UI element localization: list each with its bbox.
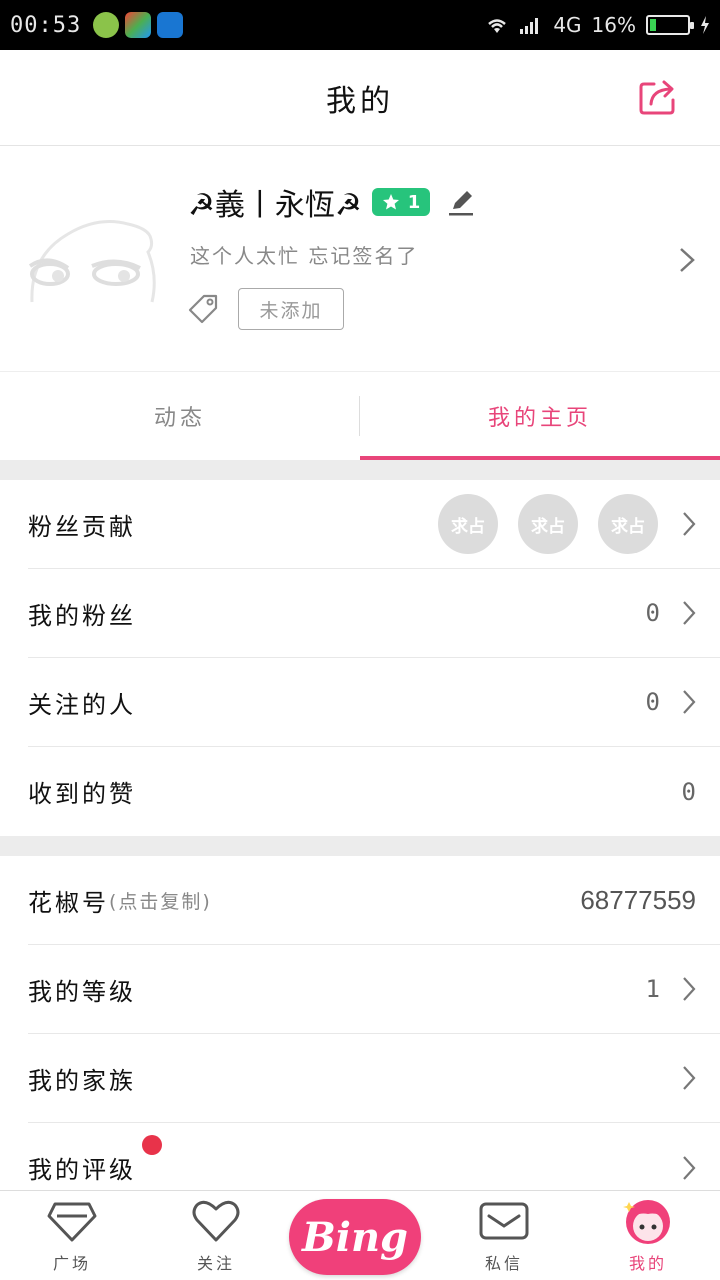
nickname: ☭義丨永恆☭ <box>188 188 362 223</box>
status-notification-icons <box>93 12 184 38</box>
fan-avatars: 求占 求占 求占 <box>438 494 658 554</box>
level-value: 1 <box>645 975 660 1003</box>
girl-avatar-icon <box>623 1200 670 1244</box>
star-icon <box>382 194 399 210</box>
battery-icon <box>646 15 694 35</box>
row-right: 求占 求占 求占 <box>438 494 696 554</box>
nickname-row: ☭義丨永恆☭ 1 <box>188 180 476 224</box>
add-tag-button[interactable]: 未添加 <box>238 288 344 330</box>
signal-icon <box>520 18 539 34</box>
heart-icon <box>192 1200 240 1242</box>
row-right <box>682 1155 696 1181</box>
tab-my-homepage[interactable]: 我的主页 <box>360 372 720 460</box>
screenshot-notification-icon <box>157 12 184 38</box>
chevron-right-icon <box>683 512 696 536</box>
my-fans-row[interactable]: 我的粉丝 0 <box>28 569 720 658</box>
signature-text: 这个人太忙 忘记签名了 <box>190 244 419 268</box>
copy-hint: (点击复制) <box>109 890 212 913</box>
huajiao-id-value: 68777559 <box>580 884 696 915</box>
diamond-icon <box>47 1202 97 1242</box>
charging-icon <box>701 16 709 34</box>
chevron-right-icon <box>683 977 696 1001</box>
bottom-navigation: 广场 关注 Bing 私信 我的 <box>0 1190 720 1280</box>
bing-live-button[interactable]: Bing <box>289 1199 421 1275</box>
network-type: 4G <box>553 13 582 37</box>
nav-center: Bing <box>288 1191 432 1280</box>
huajiao-id-row[interactable]: 花椒号 (点击复制) 68777559 <box>28 856 720 945</box>
row-label: 我的评级 <box>28 1156 136 1184</box>
row-label: 关注的人 <box>28 690 136 719</box>
level-badge: 1 <box>371 188 431 216</box>
following-row[interactable]: 关注的人 0 <box>28 658 720 747</box>
tag-row: 未添加 <box>188 288 344 330</box>
huajiao-id-label: 花椒号 <box>28 888 109 917</box>
fan-slot-placeholder: 求占 <box>598 494 658 554</box>
nav-label: 广场 <box>52 1254 91 1273</box>
likes-received-row: 收到的赞 0 <box>28 747 720 836</box>
fans-count: 0 <box>645 599 660 627</box>
status-time: 00:53 <box>10 12 82 38</box>
status-bar: 00:53 4G 16% <box>0 0 720 50</box>
nav-plaza[interactable]: 广场 <box>0 1191 144 1280</box>
nav-label: 关注 <box>196 1254 235 1273</box>
level-badge-value: 1 <box>407 191 421 213</box>
stats-list: 粉丝贡献 求占 求占 求占 我的粉丝 0 关注的人 0 收到的赞 0 <box>0 480 720 836</box>
row-right: 0 <box>646 599 696 627</box>
account-list: 花椒号 (点击复制) 68777559 我的等级 1 我的家族 我的评级 <box>0 856 720 1212</box>
likes-count: 0 <box>681 777 696 806</box>
fan-slot-placeholder: 求占 <box>438 494 498 554</box>
row-right: 0 <box>646 688 696 716</box>
fan-contribution-row[interactable]: 粉丝贡献 求占 求占 求占 <box>28 480 720 569</box>
share-icon[interactable] <box>638 76 678 116</box>
nav-label: 我的 <box>628 1254 667 1273</box>
row-right: 68777559 <box>580 885 696 916</box>
profile-tabs: 动态 我的主页 <box>0 372 720 460</box>
battery-level-fill <box>650 19 657 31</box>
following-count: 0 <box>645 688 660 716</box>
my-level-row[interactable]: 我的等级 1 <box>28 945 720 1034</box>
wifi-icon <box>488 19 507 33</box>
fan-slot-placeholder: 求占 <box>518 494 578 554</box>
status-indicators: 4G 16% <box>485 13 710 37</box>
row-right: 0 <box>682 778 696 806</box>
app-notification-icon <box>125 12 152 38</box>
nav-label: 私信 <box>484 1254 523 1273</box>
my-family-row[interactable]: 我的家族 <box>28 1034 720 1123</box>
app-notification-icon <box>93 12 120 38</box>
chevron-right-icon <box>680 248 695 272</box>
notification-dot <box>142 1135 162 1155</box>
nav-me[interactable]: 我的 <box>576 1191 720 1280</box>
title-bar: 我的 <box>0 50 720 146</box>
chevron-right-icon <box>683 1066 696 1090</box>
section-gap <box>0 836 720 856</box>
row-right <box>682 1065 696 1091</box>
chevron-right-icon <box>683 690 696 714</box>
row-right: 1 <box>646 975 696 1003</box>
nav-following[interactable]: 关注 <box>144 1191 288 1280</box>
tag-icon <box>188 294 218 324</box>
edit-pencil-icon[interactable] <box>446 187 476 217</box>
default-avatar-icon <box>28 220 156 303</box>
envelope-icon <box>479 1202 529 1240</box>
row-label: 粉丝贡献 <box>28 512 136 541</box>
section-gap <box>0 460 720 480</box>
row-label: 我的粉丝 <box>28 601 136 630</box>
page-title: 我的 <box>326 83 394 119</box>
tab-divider <box>359 396 360 436</box>
profile-card[interactable]: ☭義丨永恆☭ 1 这个人太忙 忘记签名了 未添加 <box>0 146 720 372</box>
nav-messages[interactable]: 私信 <box>432 1191 576 1280</box>
row-label: 我的家族 <box>28 1066 136 1095</box>
battery-percent: 16% <box>591 13 636 37</box>
row-label: 收到的赞 <box>28 780 136 808</box>
chevron-right-icon <box>683 1155 696 1180</box>
row-label: 我的等级 <box>28 977 136 1006</box>
chevron-right-icon <box>683 601 696 625</box>
tab-activity[interactable]: 动态 <box>0 372 360 460</box>
